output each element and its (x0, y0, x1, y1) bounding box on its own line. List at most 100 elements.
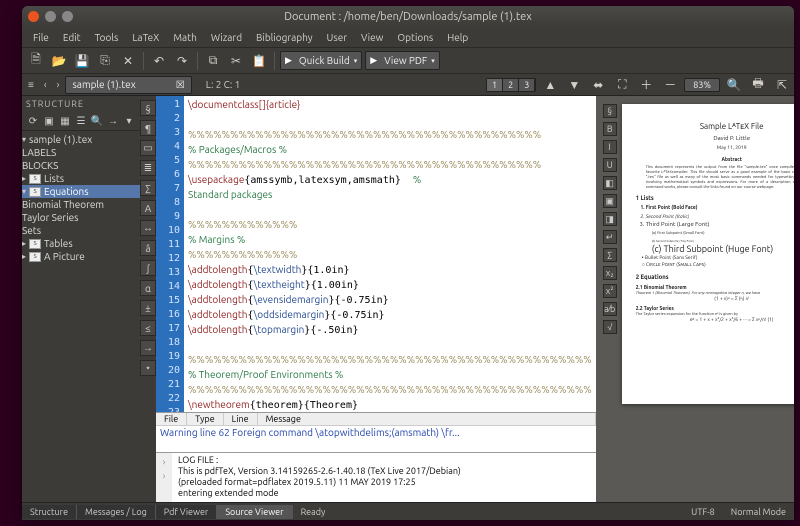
tree-sets[interactable]: Sets (22, 224, 140, 237)
pv-bold-icon[interactable]: B (603, 122, 617, 136)
structure-more-icon[interactable]: ▾ (122, 114, 136, 128)
zoom-level[interactable]: 83% (684, 78, 720, 92)
tab-prev-icon[interactable]: ‹ (40, 79, 51, 90)
log-up-icon[interactable]: › (163, 457, 166, 467)
msg-col-message[interactable]: Message (258, 413, 596, 425)
page-1[interactable]: 1 (487, 79, 503, 91)
sym-op-icon[interactable]: ± (140, 300, 156, 316)
structure-collapse-icon[interactable]: ▣ (42, 114, 56, 128)
tree-labels[interactable]: LABELS (22, 146, 140, 159)
pdf-prev-icon[interactable]: ▲ (540, 75, 560, 95)
tree-lists[interactable]: ▸SLists (22, 172, 140, 185)
menu-file[interactable]: File (28, 30, 54, 45)
minimize-button[interactable] (45, 11, 56, 22)
sym-rel-icon[interactable]: ≤ (140, 320, 156, 336)
tree-taylor[interactable]: Taylor Series (22, 211, 140, 224)
viewpdf-button[interactable]: View PDF▾ (365, 51, 439, 70)
tree-tables[interactable]: ▸STables (22, 237, 140, 250)
redo-icon[interactable]: ↷ (172, 51, 192, 71)
menu-tools[interactable]: Tools (90, 30, 124, 45)
document-tab[interactable]: sample (1).tex ☒ (65, 76, 191, 94)
fit-page-icon[interactable]: ⛶ (612, 75, 632, 95)
menu-help[interactable]: Help (442, 30, 473, 45)
sym-env-icon[interactable]: ▭ (140, 140, 156, 156)
menu-view[interactable]: View (356, 30, 388, 45)
quickbuild-button[interactable]: Quick Build▾ (280, 51, 362, 70)
cut-icon[interactable]: ✂ (226, 51, 246, 71)
paste-icon[interactable]: 📋 (249, 51, 269, 71)
pv-italic-icon[interactable]: I (603, 140, 617, 154)
status-structure[interactable]: Structure (22, 505, 77, 519)
sym-arrow2-icon[interactable]: → (140, 340, 156, 356)
print-icon[interactable]: 🖶 (748, 75, 768, 95)
sym-math-icon[interactable]: ∑ (140, 180, 156, 196)
open-file-icon[interactable]: 📂 (49, 51, 69, 71)
sym-list-icon[interactable]: ≣ (140, 160, 156, 176)
tree-blocks[interactable]: BLOCKS (22, 159, 140, 172)
tree-binomial[interactable]: Binomial Theorem (22, 198, 140, 211)
zoom-out-icon[interactable]: － (660, 75, 680, 95)
menu-bibliography[interactable]: Bibliography (251, 30, 317, 45)
msg-col-line[interactable]: Line (224, 413, 258, 425)
tree-picture[interactable]: ▸SA Picture (22, 250, 140, 263)
sym-refs-icon[interactable]: ¶ (140, 120, 156, 136)
page-3[interactable]: 3 (519, 79, 535, 91)
msg-col-file[interactable]: File (156, 413, 187, 425)
save-icon[interactable]: 💾 (72, 51, 92, 71)
new-file-icon[interactable]: 🗎 (26, 51, 46, 71)
close-button[interactable] (28, 11, 39, 22)
status-source[interactable]: Source Viewer (217, 505, 292, 519)
message-row[interactable]: Warning line 62 Foreign command \atopwit… (156, 426, 596, 439)
pv-sqrt-icon[interactable]: √ (603, 320, 617, 334)
log-down-icon[interactable]: › (163, 471, 166, 481)
sym-greek-icon[interactable]: α (140, 280, 156, 296)
sym-spacing-icon[interactable]: ↔ (140, 220, 156, 236)
copy-icon[interactable]: ⧉ (203, 51, 223, 71)
search-pdf-icon[interactable]: 🔍 (724, 75, 744, 95)
pv-sections-icon[interactable]: § (603, 104, 617, 118)
pv-newline-icon[interactable]: ↵ (603, 230, 617, 244)
tab-list-icon[interactable]: ≡ (24, 79, 38, 91)
menu-edit[interactable]: Edit (58, 30, 86, 45)
pdf-next-icon[interactable]: ▼ (564, 75, 584, 95)
menu-options[interactable]: Options (392, 30, 438, 45)
tab-close-icon[interactable]: ☒ (176, 79, 185, 91)
menu-user[interactable]: User (322, 30, 352, 45)
structure-goto-icon[interactable]: → (106, 114, 120, 128)
sym-font-icon[interactable]: A (140, 200, 156, 216)
pv-under-icon[interactable]: U (603, 158, 617, 172)
pdf-page[interactable]: Sample LᴬTᴇX File David P. Little May 11… (622, 104, 794, 404)
sym-sections-icon[interactable]: § (140, 100, 156, 116)
structure-refresh-icon[interactable]: ⟳ (26, 114, 40, 128)
msg-col-type[interactable]: Type (187, 413, 223, 425)
fit-width-icon[interactable]: ⬌ (588, 75, 608, 95)
pv-sub-icon[interactable]: x₂ (603, 266, 617, 280)
sym-misc-icon[interactable]: ⋆ (140, 360, 156, 376)
pv-center-icon[interactable]: ▣ (603, 194, 617, 208)
tree-root[interactable]: ▾sample (1).tex (22, 133, 140, 146)
sym-int-icon[interactable]: ∫ (140, 260, 156, 276)
maximize-button[interactable] (62, 11, 73, 22)
code-editor[interactable]: \documentclass[]{article} %%%%%%%%%%%%%%… (184, 96, 596, 412)
zoom-in-icon[interactable]: ＋ (636, 75, 656, 95)
menu-math[interactable]: Math (168, 30, 201, 45)
external-icon[interactable]: ⇱ (772, 75, 792, 95)
structure-expand-icon[interactable]: ▦ (58, 114, 72, 128)
pv-frac-icon[interactable]: a⁄b (603, 302, 617, 316)
pv-right-icon[interactable]: ◨ (603, 212, 617, 226)
status-pdf[interactable]: Pdf Viewer (156, 505, 218, 519)
sym-accent-icon[interactable]: â (140, 240, 156, 256)
page-2[interactable]: 2 (503, 79, 519, 91)
pv-math-icon[interactable]: ∑ (603, 248, 617, 262)
undo-icon[interactable]: ↶ (149, 51, 169, 71)
tree-equations[interactable]: ▾SEquations (22, 185, 140, 198)
close-file-icon[interactable]: ✕ (118, 51, 138, 71)
menu-latex[interactable]: LaTeX (127, 30, 164, 45)
structure-find-icon[interactable]: 🔍 (90, 114, 104, 128)
pv-sup-icon[interactable]: x² (603, 284, 617, 298)
structure-sort-icon[interactable]: ☰ (74, 114, 88, 128)
status-messages[interactable]: Messages / Log (77, 505, 156, 519)
pv-left-icon[interactable]: ◧ (603, 176, 617, 190)
save-all-icon[interactable]: ⎘ (95, 51, 115, 71)
tab-next-icon[interactable]: › (53, 79, 64, 90)
